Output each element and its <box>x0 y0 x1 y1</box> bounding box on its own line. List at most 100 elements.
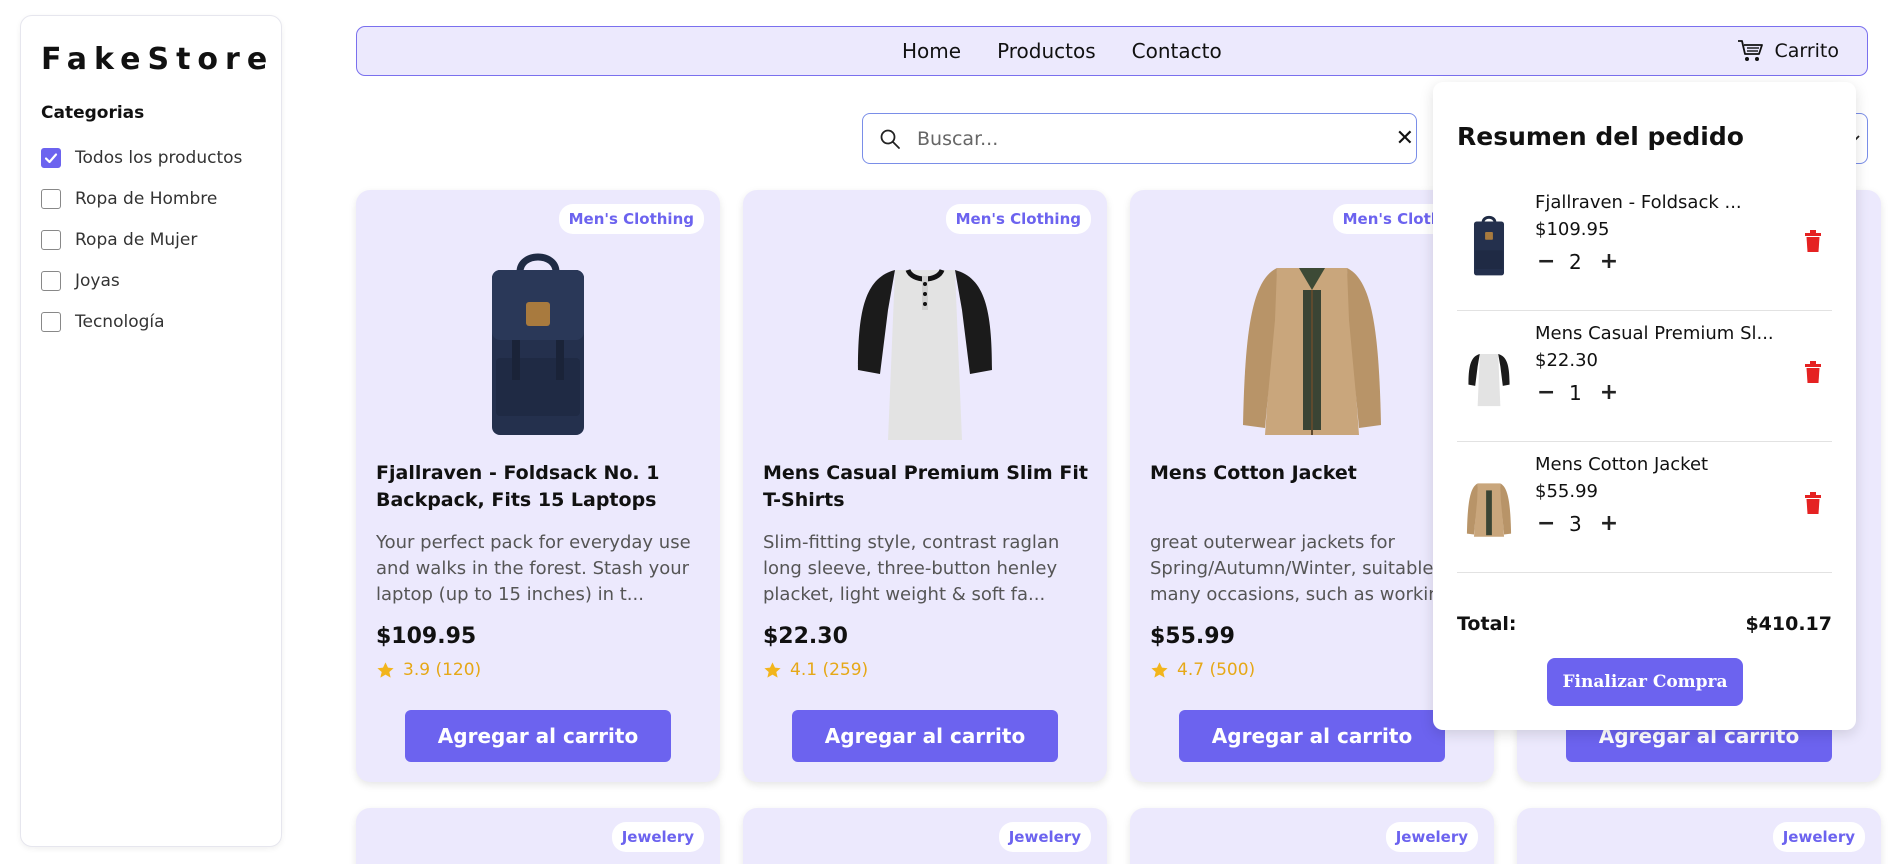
clear-search-icon[interactable]: ✕ <box>1396 126 1414 151</box>
category-jewelery[interactable]: Joyas <box>41 260 261 301</box>
cart-item: Mens Cotton Jacket $55.99 − 3 + <box>1457 442 1832 573</box>
decrease-quantity-button[interactable]: − <box>1537 382 1555 404</box>
nav-contact-link[interactable]: Contacto <box>1132 39 1222 63</box>
backpack-image <box>492 253 584 435</box>
categories-title: Categorias <box>41 103 145 123</box>
category-all[interactable]: Todos los productos <box>41 137 261 178</box>
cart-item-price: $55.99 <box>1535 481 1598 502</box>
cart-item-name: Mens Cotton Jacket <box>1535 454 1709 475</box>
star-icon <box>764 661 781 678</box>
search-input[interactable] <box>917 127 1377 150</box>
star-icon <box>377 661 394 678</box>
checkmark-icon <box>44 152 58 163</box>
category-mens-clothing-checkbox[interactable] <box>41 188 61 209</box>
product-card[interactable]: Men's Clothing Mens Casual Premium Slim … <box>743 190 1107 782</box>
cart-label: Carrito <box>1774 40 1839 62</box>
cart-item: Fjallraven - Foldsack ... $109.95 − 2 + <box>1457 180 1832 311</box>
cart-total-value: $410.17 <box>1745 613 1832 635</box>
backpack-thumbnail <box>1473 215 1505 275</box>
cart-item: Mens Casual Premium Sl... $22.30 − 1 + <box>1457 311 1832 442</box>
cart-item-price: $109.95 <box>1535 219 1610 240</box>
cart-total-label: Total: <box>1457 613 1517 635</box>
category-all-label: Todos los productos <box>75 147 243 168</box>
quantity-stepper: − 3 + <box>1537 512 1618 536</box>
product-price: $55.99 <box>1150 624 1235 649</box>
product-price: $22.30 <box>763 624 848 649</box>
cart-item-name: Fjallraven - Foldsack ... <box>1535 192 1742 213</box>
product-rating: 4.1 (259) <box>763 660 868 680</box>
rating-text: 4.7 (500) <box>1177 660 1256 680</box>
trash-icon[interactable] <box>1804 230 1822 252</box>
product-description: Slim-fitting style, contrast raglan long… <box>763 532 1060 605</box>
search-bar: ✕ <box>862 113 1417 164</box>
category-womens-clothing-label: Ropa de Mujer <box>75 229 198 250</box>
product-description: Your perfect pack for everyday use and w… <box>376 532 691 605</box>
brand-logo[interactable]: FakeStore <box>41 42 267 77</box>
product-rating: 3.9 (120) <box>376 660 481 680</box>
cart-item-price: $22.30 <box>1535 350 1598 371</box>
checkout-button[interactable]: Finalizar Compra <box>1547 658 1743 706</box>
decrease-quantity-button[interactable]: − <box>1537 513 1555 535</box>
product-card[interactable]: Men's Clothing Fjallraven - Foldsack No.… <box>356 190 720 782</box>
category-badge: Jewelery <box>611 822 704 852</box>
rating-text: 4.1 (259) <box>790 660 869 680</box>
category-badge: Men's Clothing <box>945 204 1091 234</box>
add-to-cart-button[interactable]: Agregar al carrito <box>792 710 1058 762</box>
cart-summary-title: Resumen del pedido <box>1457 122 1744 151</box>
category-electronics[interactable]: Tecnología <box>41 301 261 342</box>
increase-quantity-button[interactable]: + <box>1600 382 1618 404</box>
category-electronics-checkbox[interactable] <box>41 311 61 332</box>
category-mens-clothing-label: Ropa de Hombre <box>75 188 218 209</box>
category-womens-clothing[interactable]: Ropa de Mujer <box>41 219 261 260</box>
product-rating: 4.7 (500) <box>1150 660 1255 680</box>
cart-item-image <box>1457 311 1521 442</box>
increase-quantity-button[interactable]: + <box>1600 513 1618 535</box>
category-all-checkbox[interactable] <box>41 147 61 168</box>
top-navbar: Home Productos Contacto Carrito <box>356 26 1868 76</box>
tshirt-thumbnail <box>1468 353 1510 406</box>
sidebar: FakeStore Categorias Todos los productos… <box>20 15 282 847</box>
product-title[interactable]: Fjallraven - Foldsack No. 1 Backpack, Fi… <box>376 460 702 514</box>
category-jewelery-checkbox[interactable] <box>41 270 61 291</box>
increase-quantity-button[interactable]: + <box>1600 251 1618 273</box>
search-icon <box>880 129 900 149</box>
decrease-quantity-button[interactable]: − <box>1537 251 1555 273</box>
product-image <box>743 245 1107 445</box>
category-jewelery-label: Joyas <box>75 270 120 291</box>
category-badge: Jewelery <box>998 822 1091 852</box>
app-root: FakeStore Categorias Todos los productos… <box>0 0 1900 864</box>
nav-links: Home Productos Contacto <box>902 27 1222 75</box>
nav-products-link[interactable]: Productos <box>997 39 1096 63</box>
category-mens-clothing[interactable]: Ropa de Hombre <box>41 178 261 219</box>
quantity-value: 2 <box>1569 250 1582 274</box>
quantity-value: 1 <box>1569 381 1582 405</box>
product-description: great outerwear jackets for Spring/Autum… <box>1150 532 1464 605</box>
trash-icon[interactable] <box>1804 361 1822 383</box>
rating-text: 3.9 (120) <box>403 660 482 680</box>
product-price: $109.95 <box>376 624 477 649</box>
add-to-cart-button[interactable]: Agregar al carrito <box>405 710 671 762</box>
nav-home-link[interactable]: Home <box>902 39 961 63</box>
product-card[interactable]: Jewelery <box>1130 808 1494 864</box>
product-title[interactable]: Mens Casual Premium Slim Fit T-Shirts <box>763 460 1089 514</box>
cart-button[interactable]: Carrito <box>1737 27 1839 75</box>
jacket-image <box>1243 268 1381 435</box>
product-card[interactable]: Jewelery <box>356 808 720 864</box>
product-title[interactable]: Mens Cotton Jacket <box>1150 460 1476 487</box>
category-badge: Men's Clothing <box>558 204 704 234</box>
product-card[interactable]: Jewelery <box>743 808 1107 864</box>
cart-total: Total: $410.17 <box>1457 613 1832 635</box>
cart-item-image <box>1457 442 1521 573</box>
cart-summary-panel: Resumen del pedido Fjallraven - Foldsack… <box>1433 82 1856 730</box>
category-badge: Jewelery <box>1772 822 1865 852</box>
category-womens-clothing-checkbox[interactable] <box>41 229 61 250</box>
cart-item-image <box>1457 180 1521 311</box>
category-badge: Jewelery <box>1385 822 1478 852</box>
add-to-cart-button[interactable]: Agregar al carrito <box>1179 710 1445 762</box>
category-electronics-label: Tecnología <box>75 311 165 332</box>
tshirt-image <box>858 268 992 440</box>
product-card[interactable]: Jewelery <box>1517 808 1881 864</box>
cart-icon <box>1738 40 1764 61</box>
trash-icon[interactable] <box>1804 492 1822 514</box>
jacket-thumbnail <box>1466 482 1512 537</box>
